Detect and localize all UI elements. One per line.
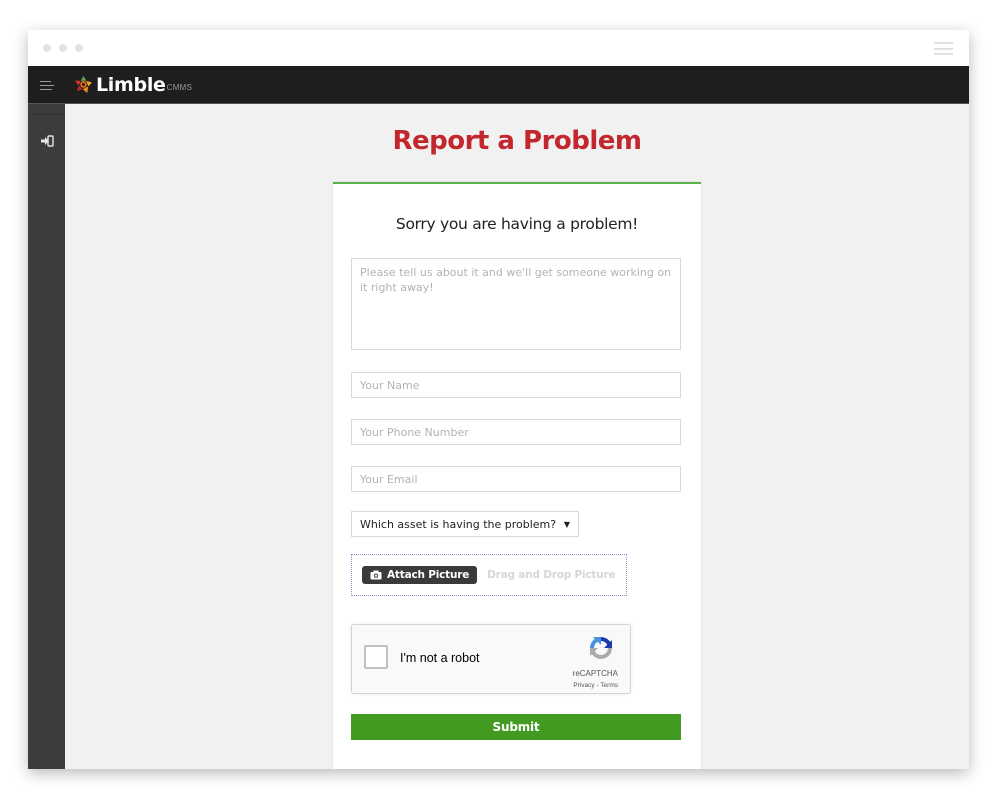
drag-drop-label: Drag and Drop Picture: [487, 569, 616, 581]
sign-in-icon[interactable]: [40, 135, 54, 147]
hamburger-icon[interactable]: [934, 42, 953, 55]
name-input[interactable]: [351, 372, 681, 398]
menu-icon[interactable]: [40, 81, 54, 90]
phone-input[interactable]: [351, 419, 681, 445]
form-heading: Sorry you are having a problem!: [395, 215, 639, 233]
browser-window: Limble CMMS Report a Problem Sorry you a…: [28, 30, 969, 769]
page-title: Report a Problem: [392, 126, 642, 156]
problem-description-textarea[interactable]: [351, 258, 681, 350]
asset-select[interactable]: Which asset is having the problem? ▼: [351, 511, 579, 537]
attach-picture-label: Attach Picture: [387, 569, 470, 581]
recaptcha-brand: reCAPTCHA: [572, 669, 618, 678]
report-form-card: Sorry you are having a problem! Which as…: [333, 182, 701, 769]
window-titlebar: [28, 30, 969, 66]
recaptcha-privacy-terms-link[interactable]: Privacy - Terms: [573, 682, 618, 689]
camera-icon: [370, 570, 382, 580]
asset-select-value: Which asset is having the problem?: [360, 517, 557, 531]
sidebar-divider: [28, 114, 65, 115]
app-header: Limble CMMS: [28, 66, 969, 104]
attach-picture-button[interactable]: Attach Picture: [362, 566, 478, 584]
submit-button[interactable]: Submit: [351, 714, 681, 740]
limble-logo-icon: [74, 75, 93, 94]
caret-down-icon: ▼: [563, 519, 570, 529]
window-dot-maximize[interactable]: [75, 44, 83, 52]
email-input[interactable]: [351, 466, 681, 492]
recaptcha-widget: I'm not a robot reCAPTCHA Privacy - Term…: [351, 624, 631, 694]
sidebar: [28, 104, 65, 769]
recaptcha-checkbox[interactable]: [364, 645, 388, 669]
main-content: Report a Problem Sorry you are having a …: [65, 104, 969, 769]
logo-text: Limble: [96, 74, 166, 96]
window-dot-minimize[interactable]: [59, 44, 67, 52]
logo-subtext: CMMS: [166, 83, 193, 92]
picture-dropzone[interactable]: Attach Picture Drag and Drop Picture: [351, 554, 627, 596]
recaptcha-label: I'm not a robot: [400, 651, 480, 665]
limble-logo[interactable]: Limble CMMS: [74, 73, 192, 95]
window-dot-close[interactable]: [43, 44, 51, 52]
recaptcha-logo-icon: [590, 637, 612, 659]
